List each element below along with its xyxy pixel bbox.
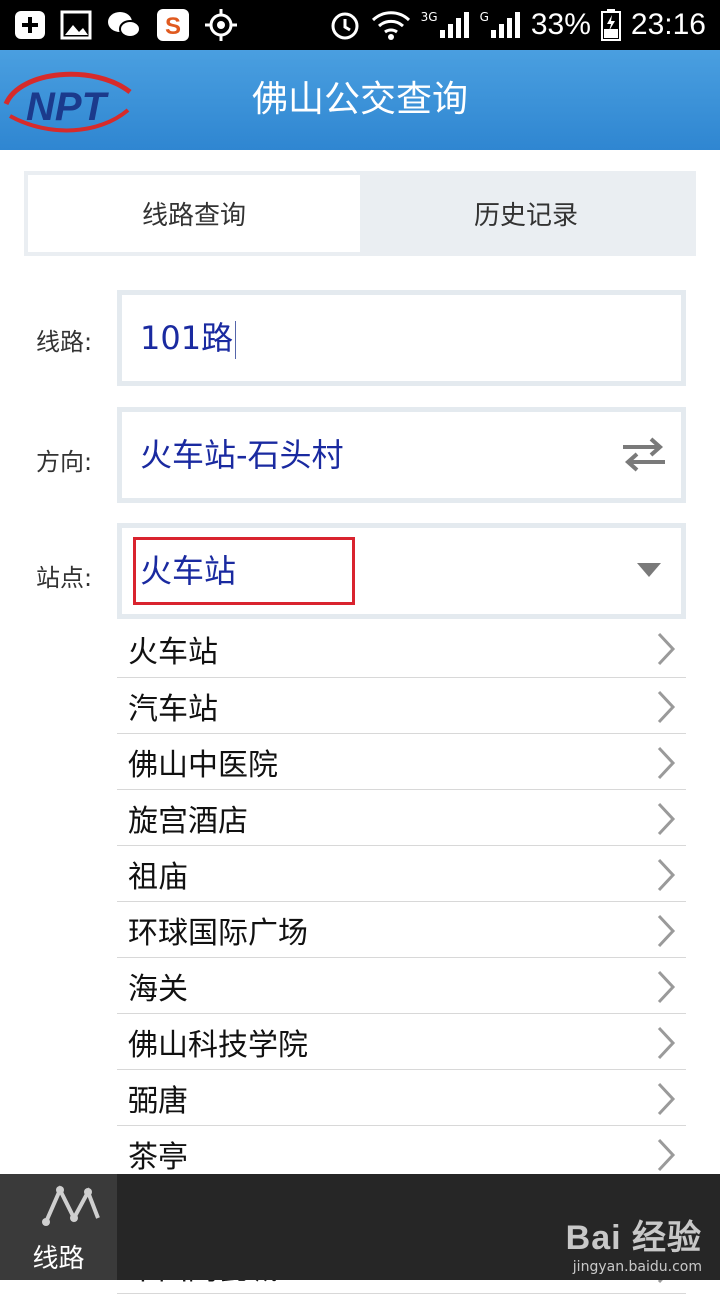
bottom-tab-route[interactable]: 线路 xyxy=(0,1174,117,1280)
stop-list-item[interactable]: 海关 xyxy=(117,958,686,1014)
text-cursor xyxy=(235,321,237,359)
gps-icon xyxy=(204,8,238,42)
clock: 23:16 xyxy=(630,8,706,41)
chevron-right-icon xyxy=(656,632,676,670)
chevron-right-icon xyxy=(656,970,676,1008)
wechat-icon xyxy=(106,10,142,40)
route-input-value: 101路 xyxy=(140,295,237,381)
tab-route-query[interactable]: 线路查询 xyxy=(28,175,360,252)
route-input[interactable]: 101路 xyxy=(117,290,686,386)
stop-label: 站点: xyxy=(36,564,93,592)
direction-label: 方向: xyxy=(36,448,93,476)
direction-value: 火车站-石头村 xyxy=(140,436,344,474)
stop-list-item[interactable]: 弼唐 xyxy=(117,1070,686,1126)
bottom-tab-label: 线路 xyxy=(32,1244,85,1274)
chevron-right-icon xyxy=(656,1026,676,1064)
chevron-right-icon xyxy=(656,1082,676,1120)
stop-name: 火车站 xyxy=(128,634,218,670)
stop-list-item[interactable]: 火车站 xyxy=(117,620,686,678)
stop-list-item[interactable]: 佛山中医院 xyxy=(117,734,686,790)
app-header: NPT 佛山公交查询 xyxy=(0,50,720,150)
stop-name: 汽车站 xyxy=(128,691,218,727)
chevron-right-icon xyxy=(656,858,676,896)
stop-list-item[interactable]: 旋宫酒店 xyxy=(117,790,686,846)
stop-name: 茶亭 xyxy=(128,1139,188,1175)
chevron-right-icon xyxy=(656,746,676,784)
stop-list-item[interactable]: 汽车站 xyxy=(117,678,686,734)
stop-name: 佛山中医院 xyxy=(128,747,278,783)
add-notification-icon xyxy=(14,10,46,40)
baidu-jingyan-watermark: Bai 经验 jingyan.baidu.com xyxy=(565,1219,702,1275)
sogou-input-icon: S xyxy=(156,8,190,42)
signal-g-icon: G xyxy=(480,10,521,40)
stop-name: 弼唐 xyxy=(128,1083,188,1119)
stop-name: 海关 xyxy=(128,971,188,1007)
route-line-icon xyxy=(40,1182,104,1236)
stop-name: 佛山科技学院 xyxy=(128,1027,308,1063)
status-bar: S 3G G 33% 23:16 xyxy=(0,0,720,50)
page-title: 佛山公交查询 xyxy=(251,79,468,120)
gallery-icon xyxy=(60,10,92,40)
stop-name: 环球国际广场 xyxy=(128,915,308,951)
chevron-right-icon xyxy=(656,914,676,952)
chevron-right-icon xyxy=(656,1138,676,1176)
chevron-down-icon xyxy=(637,562,661,581)
stop-list-item[interactable]: 环球国际广场 xyxy=(117,902,686,958)
svg-text:S: S xyxy=(165,13,181,40)
alarm-icon xyxy=(329,9,361,41)
stop-name: 旋宫酒店 xyxy=(128,803,248,839)
signal-3g-icon: 3G xyxy=(421,10,470,40)
stop-select[interactable]: 火车站 xyxy=(117,523,686,619)
chevron-right-icon xyxy=(656,690,676,728)
wifi-icon xyxy=(371,10,411,40)
stop-name: 祖庙 xyxy=(128,859,188,895)
swap-direction-icon[interactable] xyxy=(621,434,667,478)
stop-list-item[interactable]: 佛山科技学院 xyxy=(117,1014,686,1070)
battery-percent: 33% xyxy=(530,8,591,41)
direction-field[interactable]: 火车站-石头村 xyxy=(117,407,686,503)
stop-select-value: 火车站 xyxy=(140,552,237,590)
tab-history[interactable]: 历史记录 xyxy=(360,175,692,252)
route-label: 线路: xyxy=(36,328,93,356)
stop-list-item[interactable]: 祖庙 xyxy=(117,846,686,902)
chevron-right-icon xyxy=(656,802,676,840)
battery-charging-icon xyxy=(600,9,621,41)
tab-bar: 线路查询 历史记录 xyxy=(24,171,696,256)
